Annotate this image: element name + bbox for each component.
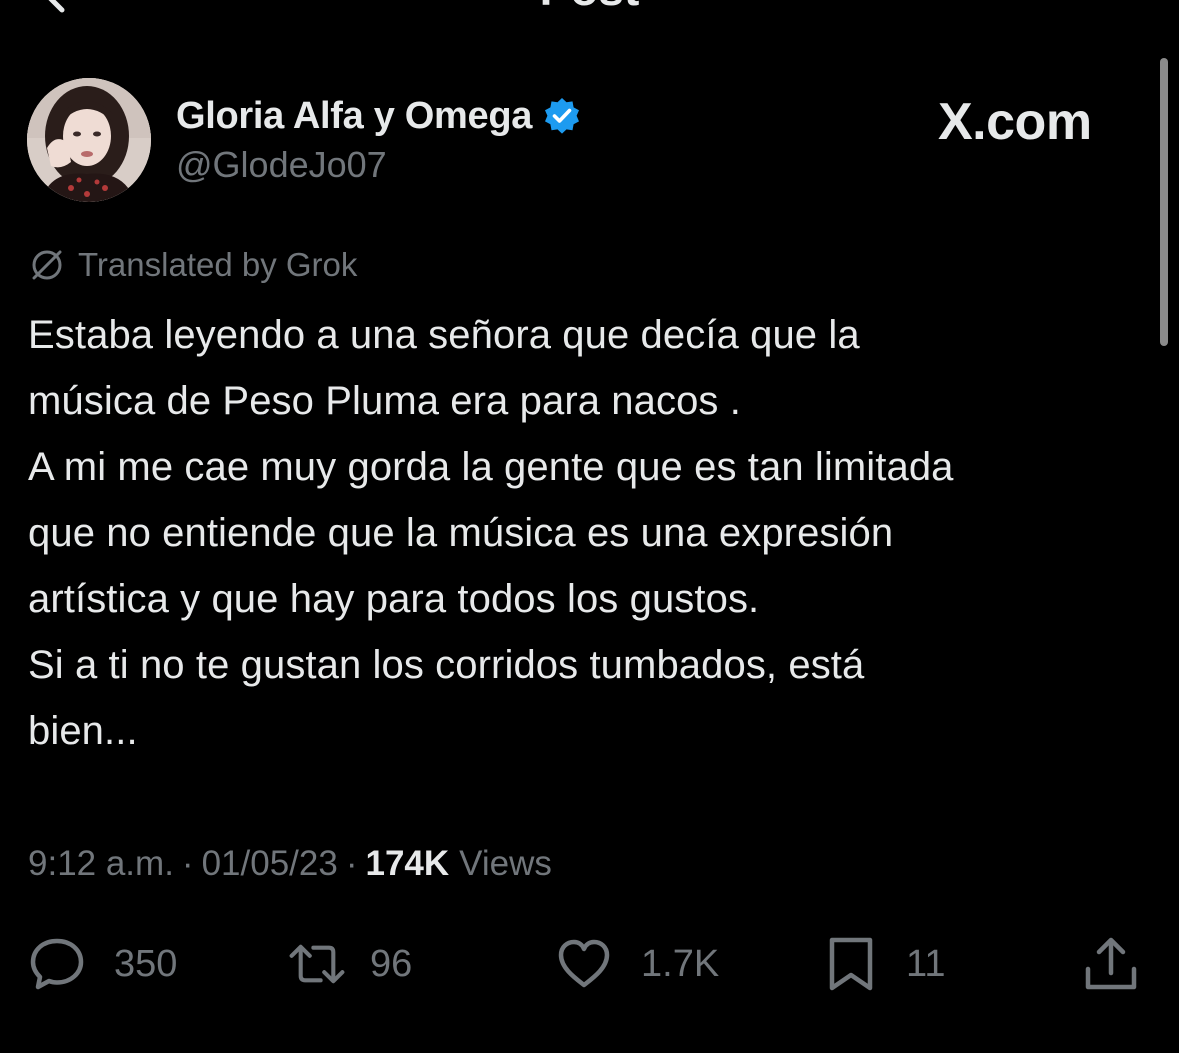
post-text-line: que no entiende que la música es una exp… [28, 511, 894, 555]
x-com-watermark: X.com [938, 93, 1092, 151]
post-text-line: música de Peso Pluma era para nacos . [28, 379, 741, 423]
author-name-row[interactable]: Gloria Alfa y Omega [176, 93, 582, 139]
reply-bubble-icon [30, 938, 84, 990]
translation-notice[interactable]: Translated by Grok [28, 245, 357, 285]
meta-separator: · [345, 844, 358, 883]
scrollbar[interactable] [1160, 58, 1168, 346]
share-button[interactable] [1082, 932, 1140, 996]
share-icon [1085, 937, 1137, 990]
bookmark-count: 11 [906, 942, 946, 985]
repost-count: 96 [370, 942, 413, 985]
author-handle[interactable]: @GlodeJo07 [176, 144, 387, 186]
repost-button[interactable]: 96 [288, 932, 412, 996]
post-text-line: bien... [28, 709, 138, 753]
page-title: Post [0, 0, 1179, 12]
author-display-name[interactable]: Gloria Alfa y Omega [176, 95, 532, 138]
like-button[interactable]: 1.7K [555, 932, 719, 996]
translated-label: Translated by Grok [78, 246, 358, 283]
top-navigation-bar: Post [0, 0, 1179, 20]
bookmark-icon [829, 937, 873, 991]
views-label[interactable]: Views [459, 844, 552, 884]
post-text-line: A mi me cae muy gorda la gente que es ta… [28, 445, 954, 489]
reply-button[interactable]: 350 [28, 932, 177, 996]
post-text-line: artística y que hay para todos los gusto… [28, 577, 760, 621]
views-count[interactable]: 174K [365, 844, 449, 884]
repost-icon [289, 944, 345, 984]
verified-badge-icon [545, 98, 580, 134]
post-date[interactable]: 01/05/23 [202, 844, 338, 884]
grok-slash-icon [32, 250, 62, 280]
bookmark-button[interactable]: 11 [822, 932, 945, 996]
avatar[interactable] [27, 78, 151, 202]
post-actions: 350 96 1.7K 11 [0, 932, 1179, 996]
heart-icon [558, 939, 610, 988]
reply-count: 350 [114, 942, 178, 985]
post-text: Estaba leyendo a una señora que decía qu… [28, 302, 1148, 764]
meta-separator: · [181, 844, 194, 883]
post-metadata: 9:12 a.m. · 01/05/23 · 174K Views [28, 842, 552, 886]
post-text-line: Estaba leyendo a una señora que decía qu… [28, 313, 860, 357]
post-text-line: Si a ti no te gustan los corridos tumbad… [28, 643, 865, 687]
post-time[interactable]: 9:12 a.m. [28, 844, 174, 884]
like-count: 1.7K [641, 942, 720, 985]
